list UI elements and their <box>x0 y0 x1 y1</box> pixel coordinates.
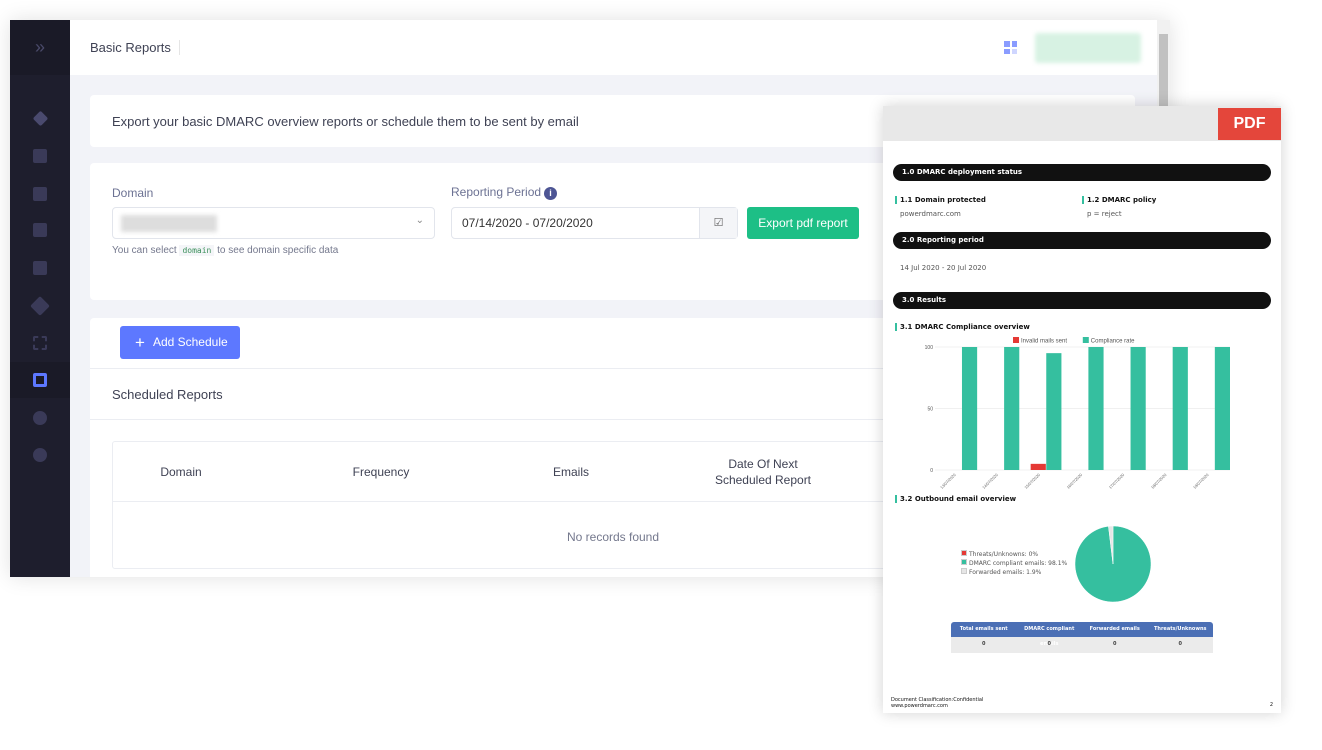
export-pdf-button[interactable]: Export pdf report <box>747 207 859 239</box>
subheading: 1.2 DMARC policy <box>1082 196 1156 204</box>
bar <box>1004 347 1020 470</box>
pdf-preview: PDF 1.0 DMARC deployment status 1.1 Doma… <box>883 106 1281 713</box>
sidebar-item-dashboard[interactable] <box>10 100 70 136</box>
summary-value: 0 <box>1047 641 1051 647</box>
sidebar-item-power[interactable] <box>10 437 70 473</box>
compliance-bar-chart: 0 50 100 Invalid mails sent Compliance rate 1… <box>925 337 1230 490</box>
policy-value: p = reject <box>1087 210 1122 218</box>
x-tick-label: 13/07/2020 <box>939 472 957 490</box>
intro-text: Export your basic DMARC overview reports… <box>112 114 579 129</box>
legend-label: Compliance rate <box>1091 339 1135 345</box>
plus-icon: + <box>135 333 145 352</box>
domain-value: powerdmarc.com <box>900 210 961 218</box>
x-tick-label: 15/07/2020 <box>1023 472 1041 490</box>
lightning-icon <box>33 448 47 462</box>
add-schedule-button[interactable]: + Add Schedule <box>120 326 240 359</box>
bar <box>1046 353 1062 470</box>
column-header: Domain <box>160 465 202 479</box>
legend-swatch <box>1082 337 1089 343</box>
bar <box>1130 347 1146 470</box>
sidebar-item-analytics[interactable] <box>10 138 70 174</box>
calendar-icon[interactable]: ☑ <box>699 208 737 238</box>
reporting-period-label: Reporting Period i <box>451 185 558 200</box>
bar <box>1088 347 1104 470</box>
column-header: Emails <box>552 465 589 479</box>
book-icon <box>33 223 47 237</box>
y-tick-label: 100 <box>925 345 934 351</box>
bar <box>1172 347 1188 470</box>
pie-legend-item: Threats/Unknowns: 0% <box>961 550 1067 559</box>
layout-icon <box>33 261 47 275</box>
pdf-badge: PDF <box>1218 108 1281 140</box>
summary-value: 0 <box>982 641 986 647</box>
section-heading: 1.0 DMARC deployment status <box>893 164 1271 181</box>
page-title: Basic Reports <box>90 40 180 55</box>
chevron-down-icon: ⌄ <box>415 215 424 226</box>
summary-header: Total emails sent <box>959 626 1008 632</box>
expand-sidebar-icon[interactable]: » <box>10 20 70 75</box>
outbound-pie-chart <box>1074 525 1152 603</box>
y-tick-label: 0 <box>930 468 933 474</box>
section-heading: 2.0 Reporting period <box>893 232 1271 249</box>
x-tick-label: 14/07/2020 <box>981 472 999 490</box>
x-tick-label: 16/07/2020 <box>1066 472 1084 490</box>
top-header: Basic Reports <box>70 20 1157 75</box>
sidebar-item-integrations[interactable] <box>10 288 70 324</box>
bar <box>961 347 978 470</box>
dashed-square-icon <box>33 336 47 350</box>
date-range-input[interactable]: 07/14/2020 - 07/20/2020 ☑ <box>451 207 738 239</box>
period-value: 14 Jul 2020 - 20 Jul 2020 <box>900 264 987 272</box>
diamonds-icon <box>30 296 50 316</box>
scheduled-reports-title: Scheduled Reports <box>112 387 223 402</box>
summary-header: Threats/Unknowns <box>1154 626 1207 632</box>
bar-chart-icon <box>33 149 47 163</box>
pie-legend: Threats/Unknowns: 0% DMARC compliant emai… <box>961 550 1067 577</box>
subheading: 3.1 DMARC Compliance overview <box>895 323 1030 331</box>
pdf-footer: Document Classification:Confidential www.… <box>891 697 984 709</box>
x-tick-label: 18/07/2020 <box>1150 472 1168 490</box>
summary-value: 0 <box>1178 641 1182 647</box>
user-menu[interactable] <box>1035 33 1141 63</box>
bar <box>1030 463 1046 470</box>
pulse-icon <box>33 187 47 201</box>
info-icon[interactable]: i <box>544 187 558 200</box>
bar <box>1214 347 1230 470</box>
sidebar: » <box>10 20 70 577</box>
x-tick-label: 17/07/2020 <box>1108 472 1126 490</box>
section-heading: 3.0 Results <box>893 292 1271 309</box>
sidebar-item-reports[interactable] <box>10 362 70 398</box>
summary-table: Total emails sent DMARC compliant emails F… <box>951 622 1213 653</box>
legend-label: Invalid mails sent <box>1021 339 1067 345</box>
sidebar-item-docs[interactable] <box>10 212 70 248</box>
summary-value: 0 <box>1113 641 1117 647</box>
globe-icon <box>33 411 47 425</box>
sidebar-item-globe[interactable] <box>10 400 70 436</box>
summary-header: Forwarded emails <box>1089 626 1140 632</box>
sidebar-item-monitoring[interactable] <box>10 176 70 212</box>
sidebar-item-layout[interactable] <box>10 250 70 286</box>
apps-grid-icon[interactable] <box>1004 41 1017 54</box>
sidebar-item-select[interactable] <box>10 325 70 361</box>
legend-swatch <box>1013 337 1019 343</box>
domain-hint: You can select domain to see domain spec… <box>112 245 339 256</box>
column-header: Date Of Next Scheduled Report <box>714 457 812 487</box>
column-header: Frequency <box>352 465 410 479</box>
subheading: 1.1 Domain protected <box>895 196 986 204</box>
page-number: 2 <box>1269 702 1273 708</box>
subheading: 3.2 Outbound email overview <box>895 495 1016 503</box>
x-tick-label: 19/07/2020 <box>1192 472 1210 490</box>
domain-label: Domain <box>112 186 154 200</box>
summary-header: DMARC compliant emails <box>1024 626 1075 647</box>
domain-select[interactable]: ⌄ <box>112 207 435 239</box>
pie-legend-item: DMARC compliant emails: 98.1% <box>961 559 1067 568</box>
y-tick-label: 50 <box>927 407 933 413</box>
layers-icon <box>32 110 48 126</box>
frame-icon <box>33 373 47 387</box>
pie-legend-item: Forwarded emails: 1.9% <box>961 568 1067 577</box>
